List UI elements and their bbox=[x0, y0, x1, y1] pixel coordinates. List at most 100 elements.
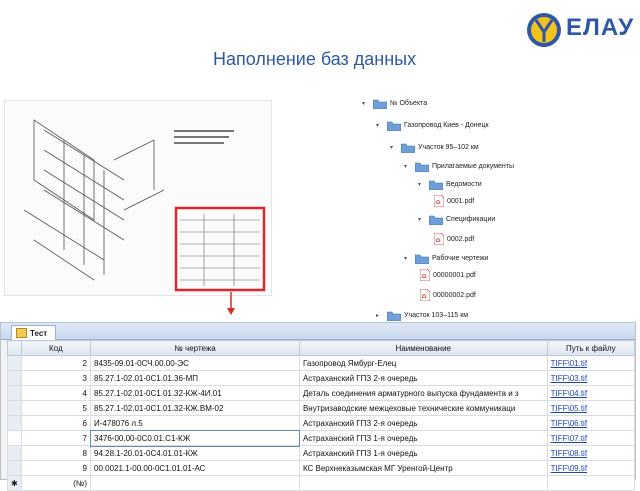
new-row-marker[interactable]: ✱ bbox=[7, 475, 22, 491]
cell-name[interactable]: Астраханский ГПЗ 1-я очередь bbox=[298, 430, 548, 446]
cell-drawing[interactable]: 00.0021.1-00.00-0С1.01.01-АС bbox=[90, 460, 300, 476]
cell-code-new[interactable]: (№) bbox=[20, 475, 92, 491]
tree-label: 0002.pdf bbox=[447, 235, 475, 243]
cell-name[interactable]: Внутризаводские межцеховые технические к… bbox=[298, 400, 548, 416]
cell-drawing[interactable]: 85.27.1-02.01-0С1.01.32-КЖ.ВМ-02 bbox=[90, 400, 300, 416]
folder-tree: ▾ № Объекта ▾ Газопровод Киев - Донецк ▾… bbox=[356, 88, 576, 326]
tree-node[interactable]: ▾ Спецификации bbox=[418, 212, 495, 226]
column-header-code[interactable]: Код bbox=[20, 340, 92, 356]
table-row[interactable]: 6 И-478076 л.5 Астраханский ГПЗ 2-я очер… bbox=[7, 415, 636, 431]
cell-code[interactable]: 9 bbox=[20, 460, 92, 476]
cell-path-link[interactable]: TIFF\03.tif bbox=[546, 370, 636, 386]
tree-node[interactable]: ▾ Ведомости bbox=[418, 177, 482, 191]
cell-code[interactable]: 8 bbox=[20, 445, 92, 461]
tree-node[interactable]: 00000001.pdf bbox=[420, 268, 476, 282]
cell-code[interactable]: 4 bbox=[20, 385, 92, 401]
tree-label: Газопровод Киев - Донецк bbox=[404, 121, 489, 129]
tree-node[interactable]: ▾ Участок 95–102 км bbox=[390, 140, 479, 154]
table-row[interactable]: 3 85.27.1-02.01-0С1.01.36-МП Астрахански… bbox=[7, 370, 636, 386]
tree-label: 00000002.pdf bbox=[433, 291, 476, 299]
tree-node[interactable]: 0001.pdf bbox=[434, 194, 474, 208]
cell-path-link[interactable]: TIFF\05.tif bbox=[546, 400, 636, 416]
folder-icon bbox=[415, 254, 429, 264]
row-selector[interactable] bbox=[7, 400, 22, 416]
table-row[interactable]: 4 85.27.1-02.01-0С1.01.32-КЖ-4И.01 Детал… bbox=[7, 385, 636, 401]
cell-drawing[interactable]: И-478076 л.5 bbox=[90, 415, 300, 431]
table-row[interactable]: 5 85.27.1-02.01-0С1.01.32-КЖ.ВМ-02 Внутр… bbox=[7, 400, 636, 416]
cell-name[interactable]: Астраханский ГПЗ 2-я очередь bbox=[298, 370, 548, 386]
cell-code[interactable]: 6 bbox=[20, 415, 92, 431]
tree-label: 0001.pdf bbox=[447, 197, 475, 205]
cell-name[interactable]: Деталь соединения арматурного выпуска фу… bbox=[298, 385, 548, 401]
folder-icon bbox=[429, 215, 443, 225]
tree-label: Спецификации bbox=[446, 215, 496, 223]
cell-drawing-new[interactable] bbox=[90, 475, 300, 491]
cell-drawing-editing[interactable]: 3476-00.00-0С0.01.С1-КЖ bbox=[89, 429, 301, 447]
expand-icon: ▾ bbox=[418, 216, 422, 223]
table-row-new[interactable]: ✱ (№) bbox=[7, 475, 636, 491]
column-header-name[interactable]: Наименование bbox=[298, 340, 548, 356]
folder-icon bbox=[387, 121, 401, 131]
tree-node[interactable]: 00000002.pdf bbox=[420, 288, 476, 302]
cell-path-link[interactable]: TIFF\06.tif bbox=[546, 415, 636, 431]
table-row[interactable]: 9 00.0021.1-00.00-0С1.01.01-АС КС Верхне… bbox=[7, 460, 636, 476]
cell-drawing[interactable]: 85.27.1-02.01-0С1.01.32-КЖ-4И.01 bbox=[90, 385, 300, 401]
row-selector[interactable] bbox=[7, 370, 22, 386]
cell-name[interactable]: Астраханский ГПЗ 1-я очередь bbox=[298, 445, 548, 461]
tab-test[interactable]: Тест bbox=[11, 325, 57, 340]
folder-icon bbox=[415, 162, 429, 172]
row-selector[interactable] bbox=[7, 415, 22, 431]
cell-name[interactable]: КС Верхнеказымская МГ Уренгой-Центр bbox=[298, 460, 548, 476]
cell-code[interactable]: 7 bbox=[20, 430, 92, 446]
pdf-icon bbox=[434, 233, 444, 245]
cell-code[interactable]: 3 bbox=[20, 370, 92, 386]
logo-text: ЕЛАУ bbox=[566, 14, 635, 41]
tree-node[interactable]: ▾ Прилагаемые документы bbox=[404, 159, 514, 173]
row-selector[interactable] bbox=[7, 445, 22, 461]
row-selector[interactable] bbox=[7, 355, 22, 371]
cell-path-link[interactable]: TIFF\08.tif bbox=[546, 445, 636, 461]
datasheet-window: Тест Код № чертежа Наименование Путь к ф… bbox=[0, 322, 636, 491]
column-header-drawing[interactable]: № чертежа bbox=[90, 340, 300, 356]
cell-path-link[interactable]: TIFF\04.tif bbox=[546, 385, 636, 401]
tab-label: Тест bbox=[30, 328, 48, 338]
expand-icon: ▾ bbox=[376, 122, 380, 129]
row-selector[interactable] bbox=[7, 385, 22, 401]
tree-node[interactable]: ▾ Рабочие чертежи bbox=[404, 251, 488, 265]
expand-icon: ▾ bbox=[390, 144, 394, 151]
tree-node-root[interactable]: ▾ № Объекта bbox=[362, 96, 427, 110]
column-header-path[interactable]: Путь к файлу bbox=[546, 340, 636, 356]
cell-path-link[interactable]: TIFF\09.tif bbox=[546, 460, 636, 476]
cell-drawing[interactable]: 85.27.1-02.01-0С1.01.36-МП bbox=[90, 370, 300, 386]
cell-code[interactable]: 5 bbox=[20, 400, 92, 416]
table-row[interactable]: 8 94.28.1-20.01-0С4.01.01-КЖ Астрахански… bbox=[7, 445, 636, 461]
pdf-icon bbox=[434, 195, 444, 207]
expand-icon: ▾ bbox=[418, 181, 422, 188]
expand-icon: ▾ bbox=[404, 163, 408, 170]
cell-drawing[interactable]: 94.28.1-20.01-0С4.01.01-КЖ bbox=[90, 445, 300, 461]
cell-path-new[interactable] bbox=[546, 475, 636, 491]
pdf-icon bbox=[420, 269, 430, 281]
select-all-header[interactable] bbox=[7, 340, 22, 356]
tree-node[interactable]: ▾ Газопровод Киев - Донецк bbox=[376, 118, 489, 132]
scanned-drawing-image bbox=[4, 100, 272, 296]
folder-icon bbox=[387, 311, 401, 321]
table-row-current[interactable]: 7 3476-00.00-0С0.01.С1-КЖ Астраханский Г… bbox=[7, 429, 636, 447]
cell-name[interactable]: Астраханский ГПЗ 2-я очередь bbox=[298, 415, 548, 431]
cell-name-new[interactable] bbox=[298, 475, 548, 491]
tree-label: Рабочие чертежи bbox=[432, 254, 489, 262]
expand-icon: ▸ bbox=[376, 312, 380, 319]
cell-name[interactable]: Газопровод Ямбург-Елец bbox=[298, 355, 548, 371]
tree-label: 00000001.pdf bbox=[433, 271, 476, 279]
tree-node[interactable]: 0002.pdf bbox=[434, 232, 474, 246]
table-icon bbox=[16, 328, 27, 338]
cell-path-link[interactable]: TIFF\07.tif bbox=[546, 430, 636, 446]
row-selector[interactable] bbox=[7, 460, 22, 476]
cell-code[interactable]: 2 bbox=[20, 355, 92, 371]
cell-drawing[interactable]: 8435-09.01-0СЧ.00.00-ЭС bbox=[90, 355, 300, 371]
table-row[interactable]: 2 8435-09.01-0СЧ.00.00-ЭС Газопровод Ямб… bbox=[7, 355, 636, 371]
tree-label: Прилагаемые документы bbox=[432, 162, 515, 170]
row-selector[interactable] bbox=[7, 430, 22, 446]
tree-node[interactable]: ▸ Участок 103–115 км bbox=[376, 308, 468, 322]
cell-path-link[interactable]: TIFF\01.tif bbox=[546, 355, 636, 371]
